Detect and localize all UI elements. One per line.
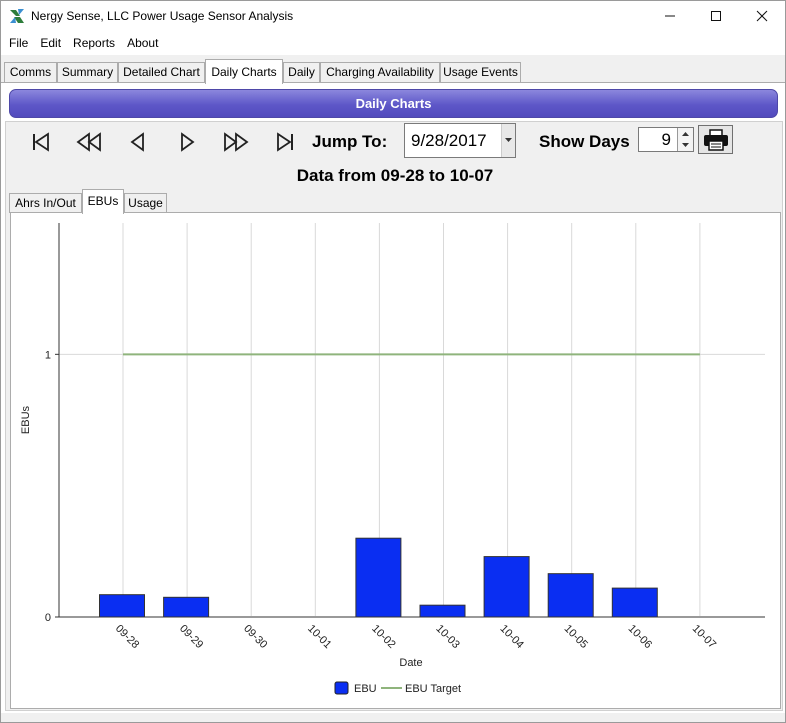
title-bar[interactable]: Nergy Sense, LLC Power Usage Sensor Anal… [1, 1, 785, 31]
show-days-label: Show Days [539, 132, 630, 151]
next-icon [181, 132, 195, 152]
main-tab-strip: Comms Summary Detailed Chart Daily Chart… [1, 59, 785, 84]
app-logo-icon [9, 8, 25, 24]
legend-ebu-target-label: EBU Target [405, 683, 461, 695]
days-decrement-button[interactable] [677, 139, 693, 151]
jump-to-label: Jump To: [312, 132, 388, 151]
daily-charts-page: Daily Charts Jump To: 9/28/2017 Show Day… [1, 83, 785, 722]
tab-usage-events[interactable]: Usage Events [440, 62, 521, 83]
tab-comms[interactable]: Comms [4, 62, 57, 83]
ebu-chart-svg: 0 1 09-28 09-29 09-30 10-01 10-02 10-03 10-04 10-… [20, 223, 765, 695]
close-button[interactable] [739, 1, 785, 31]
y-tick-label: 0 [45, 612, 51, 624]
ebu-chart: 0 1 09-28 09-29 09-30 10-01 10-02 10-03 10-04 10-… [10, 212, 781, 709]
menu-edit[interactable]: Edit [34, 36, 67, 50]
page-header: Daily Charts [9, 89, 778, 118]
x-axis-label: Date [399, 657, 422, 669]
skip-to-last-icon [277, 132, 293, 152]
y-tick-label: 1 [45, 349, 51, 361]
daily-charts-panel: Jump To: 9/28/2017 Show Days 9 Data from… [5, 121, 783, 711]
ebu-bar [611, 587, 658, 618]
subtab-usage[interactable]: Usage [124, 193, 167, 213]
ebu-bar [419, 604, 466, 618]
x-tick-label: 09-29 [177, 623, 205, 651]
menu-reports[interactable]: Reports [67, 36, 121, 50]
subtab-ebus[interactable]: EBUs [82, 189, 124, 214]
date-dropdown-button[interactable] [501, 124, 515, 157]
status-bar [1, 713, 785, 722]
last-page-button[interactable] [270, 128, 300, 156]
x-tick-label: 10-01 [305, 623, 333, 651]
x-tick-label: 10-07 [690, 623, 718, 651]
x-tick-label: 09-30 [241, 623, 269, 651]
tab-daily[interactable]: Daily [283, 62, 320, 83]
chevron-up-icon [682, 131, 689, 136]
show-days-value[interactable]: 9 [662, 130, 671, 150]
menu-file[interactable]: File [3, 36, 34, 50]
skip-to-first-icon [33, 132, 49, 152]
next-button[interactable] [172, 128, 202, 156]
date-value[interactable]: 9/28/2017 [411, 131, 487, 151]
maximize-button[interactable] [693, 1, 739, 31]
ebu-bar [547, 573, 594, 618]
x-tick-label: 09-28 [113, 623, 141, 651]
ebu-bar [163, 596, 210, 618]
x-tick-label: 10-05 [562, 623, 590, 651]
maximize-icon [711, 11, 721, 21]
rewind-button[interactable] [74, 128, 104, 156]
close-icon [756, 10, 768, 22]
legend-ebu-label: EBU [354, 683, 377, 695]
chevron-down-icon [505, 138, 512, 142]
ebu-bar [99, 594, 145, 618]
fast-forward-icon [224, 132, 249, 152]
menu-about[interactable]: About [121, 36, 164, 50]
x-tick-label: 10-04 [497, 623, 525, 651]
printer-icon [703, 128, 728, 151]
print-button[interactable] [698, 125, 733, 154]
previous-icon [130, 132, 144, 152]
x-tick-label: 10-02 [369, 623, 397, 651]
tab-detailed-chart[interactable]: Detailed Chart [118, 62, 205, 83]
date-range-title: Data from 09-28 to 10-07 [296, 166, 494, 185]
fast-forward-button[interactable] [221, 128, 251, 156]
ebu-bar [355, 537, 402, 618]
subtab-ahrs-in-out[interactable]: Ahrs In/Out [9, 193, 82, 213]
ebu-bar [483, 556, 530, 618]
chevron-down-icon [682, 142, 689, 147]
tab-daily-charts[interactable]: Daily Charts [205, 59, 283, 84]
x-tick-label: 10-03 [433, 623, 461, 651]
window-title: Nergy Sense, LLC Power Usage Sensor Anal… [31, 9, 294, 23]
jump-to-date-picker[interactable]: 9/28/2017 [404, 123, 516, 158]
x-tick-label: 10-06 [626, 623, 654, 651]
legend-ebu-swatch [334, 681, 349, 695]
minimize-button[interactable] [647, 1, 693, 31]
minimize-icon [665, 15, 675, 17]
first-page-button[interactable] [26, 128, 56, 156]
show-days-stepper[interactable]: 9 [638, 127, 694, 152]
tab-summary[interactable]: Summary [57, 62, 118, 83]
y-axis-label: EBUs [20, 405, 32, 434]
app-window: Nergy Sense, LLC Power Usage Sensor Anal… [0, 0, 786, 723]
tab-charging-availability[interactable]: Charging Availability [320, 62, 440, 83]
rewind-icon [76, 132, 101, 152]
previous-button[interactable] [123, 128, 153, 156]
menu-bar: File Edit Reports About [1, 31, 785, 55]
